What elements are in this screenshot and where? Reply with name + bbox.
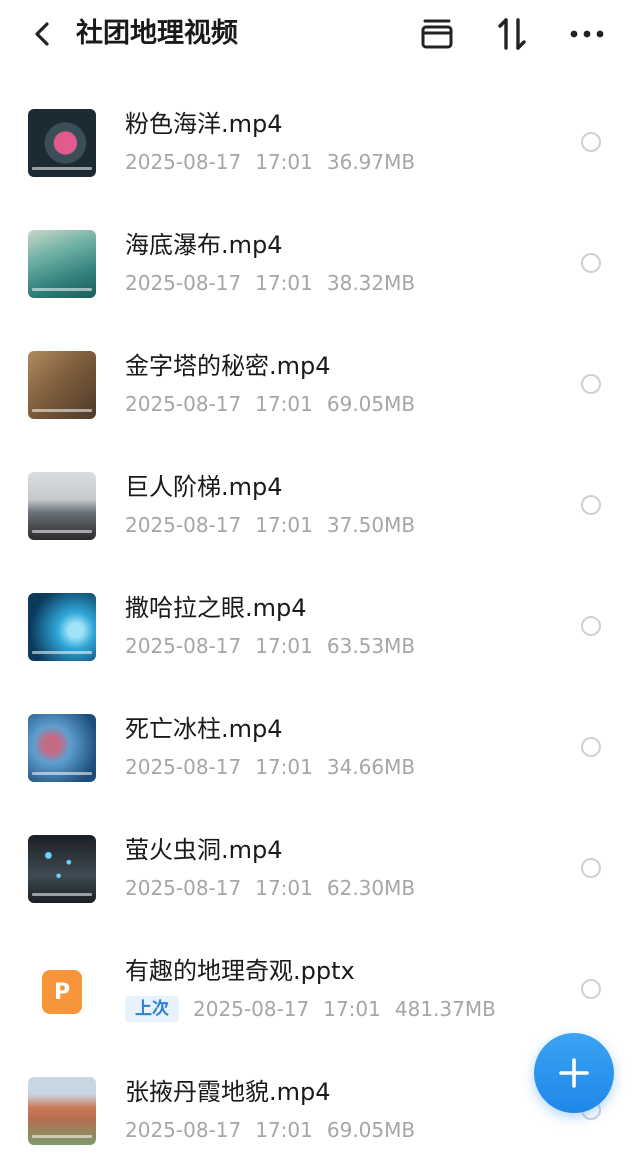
file-size: 62.30MB: [326, 876, 416, 900]
file-time: 17:01: [255, 755, 313, 779]
file-meta: 2025-08-17 17:01 34.66MB: [125, 752, 415, 782]
file-meta: 2025-08-17 17:01 36.97MB: [125, 147, 415, 177]
file-time: 17:01: [255, 513, 313, 537]
video-thumbnail: [28, 472, 96, 540]
file-date: 2025-08-17: [125, 271, 242, 295]
file-name: 海底瀑布.mp4: [125, 231, 283, 259]
file-meta: 上次 2025-08-17 17:01 481.37MB: [125, 994, 496, 1024]
file-row[interactable]: 撒哈拉之眼.mp4 2025-08-17 17:01 63.53MB: [0, 565, 640, 686]
file-time: 17:01: [255, 1118, 313, 1142]
plus-icon: [559, 1058, 589, 1088]
more-icon: [570, 30, 604, 38]
video-thumbnail: [28, 1077, 96, 1145]
file-date: 2025-08-17: [193, 997, 310, 1021]
video-thumbnail: [28, 714, 96, 782]
file-name: 死亡冰柱.mp4: [125, 715, 283, 743]
file-name: 巨人阶梯.mp4: [125, 473, 283, 501]
file-list: 粉色海洋.mp4 2025-08-17 17:01 36.97MB 海底瀑布.m…: [0, 81, 640, 1170]
file-time: 17:01: [255, 876, 313, 900]
top-bar: 社团地理视频: [0, 0, 640, 70]
file-name: 萤火虫洞.mp4: [125, 836, 283, 864]
last-opened-badge: 上次: [125, 996, 179, 1022]
add-fab-button[interactable]: [534, 1033, 614, 1113]
select-radio[interactable]: [581, 495, 601, 515]
select-radio[interactable]: [581, 616, 601, 636]
file-time: 17:01: [255, 392, 313, 416]
file-meta: 2025-08-17 17:01 38.32MB: [125, 268, 415, 298]
file-row[interactable]: 海底瀑布.mp4 2025-08-17 17:01 38.32MB: [0, 202, 640, 323]
file-size: 69.05MB: [326, 392, 416, 416]
file-date: 2025-08-17: [125, 755, 242, 779]
file-time: 17:01: [255, 271, 313, 295]
video-thumbnail: [28, 351, 96, 419]
select-radio[interactable]: [581, 374, 601, 394]
archive-box-icon: [421, 19, 453, 49]
file-row[interactable]: 死亡冰柱.mp4 2025-08-17 17:01 34.66MB: [0, 686, 640, 807]
more-button[interactable]: [565, 12, 609, 56]
file-meta: 2025-08-17 17:01 69.05MB: [125, 1115, 415, 1145]
file-size: 37.50MB: [326, 513, 416, 537]
file-size: 481.37MB: [394, 997, 496, 1021]
back-icon: [35, 22, 49, 46]
file-name: 有趣的地理奇观.pptx: [125, 957, 355, 985]
file-row[interactable]: 巨人阶梯.mp4 2025-08-17 17:01 37.50MB: [0, 444, 640, 565]
sort-button[interactable]: [490, 12, 534, 56]
file-size: 63.53MB: [326, 634, 416, 658]
archive-button[interactable]: [415, 12, 459, 56]
file-date: 2025-08-17: [125, 1118, 242, 1142]
file-date: 2025-08-17: [125, 392, 242, 416]
file-size: 36.97MB: [326, 150, 416, 174]
file-meta: 2025-08-17 17:01 37.50MB: [125, 510, 415, 540]
file-meta: 2025-08-17 17:01 69.05MB: [125, 389, 415, 419]
page-title: 社团地理视频: [76, 18, 238, 49]
video-thumbnail: [28, 230, 96, 298]
sort-icon: [498, 18, 526, 50]
file-name: 粉色海洋.mp4: [125, 110, 283, 138]
select-radio[interactable]: [581, 132, 601, 152]
file-meta: 2025-08-17 17:01 63.53MB: [125, 631, 415, 661]
select-radio[interactable]: [581, 253, 601, 273]
file-size: 69.05MB: [326, 1118, 416, 1142]
file-row[interactable]: 金字塔的秘密.mp4 2025-08-17 17:01 69.05MB: [0, 323, 640, 444]
select-radio[interactable]: [581, 737, 601, 757]
file-date: 2025-08-17: [125, 876, 242, 900]
file-row[interactable]: 萤火虫洞.mp4 2025-08-17 17:01 62.30MB: [0, 807, 640, 928]
file-time: 17:01: [255, 150, 313, 174]
file-row[interactable]: 粉色海洋.mp4 2025-08-17 17:01 36.97MB: [0, 81, 640, 202]
video-thumbnail: [28, 109, 96, 177]
file-date: 2025-08-17: [125, 513, 242, 537]
pptx-file-icon: P: [42, 970, 82, 1014]
file-date: 2025-08-17: [125, 634, 242, 658]
back-button[interactable]: [24, 14, 60, 54]
file-name: 撒哈拉之眼.mp4: [125, 594, 307, 622]
file-row[interactable]: P 有趣的地理奇观.pptx 上次 2025-08-17 17:01 481.3…: [0, 928, 640, 1049]
select-radio[interactable]: [581, 858, 601, 878]
file-size: 38.32MB: [326, 271, 416, 295]
video-thumbnail: [28, 593, 96, 661]
file-date: 2025-08-17: [125, 150, 242, 174]
file-time: 17:01: [323, 997, 381, 1021]
file-name: 金字塔的秘密.mp4: [125, 352, 331, 380]
file-name: 张掖丹霞地貌.mp4: [125, 1078, 331, 1106]
file-time: 17:01: [255, 634, 313, 658]
select-radio[interactable]: [581, 979, 601, 999]
file-size: 34.66MB: [326, 755, 416, 779]
file-meta: 2025-08-17 17:01 62.30MB: [125, 873, 415, 903]
video-thumbnail: [28, 835, 96, 903]
